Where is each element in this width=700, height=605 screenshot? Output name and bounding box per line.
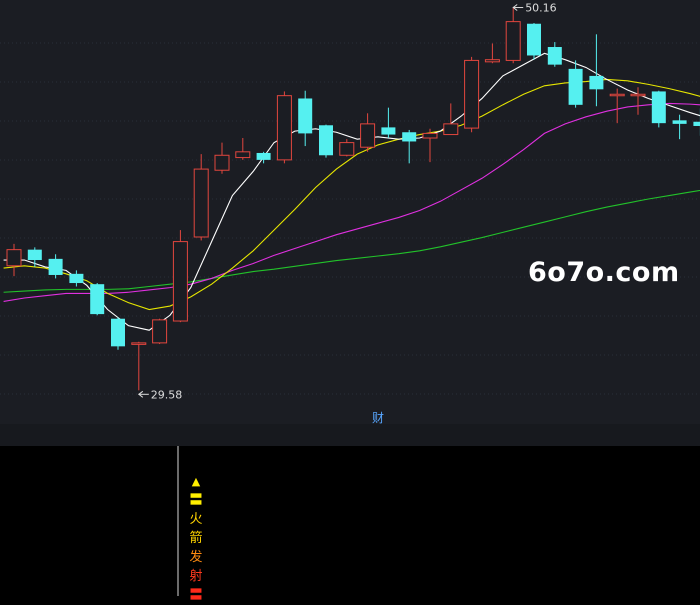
candle-body-up [152, 319, 168, 344]
candle-body-down [298, 98, 313, 134]
candlestick-chart: 50.16 29.58 [0, 2, 700, 401]
watermark-text: 6o7o.com [528, 257, 680, 288]
rocket-launch-signal: ▲ 〓 火 箭 发 射 〓 [186, 472, 206, 605]
candle-body-down [693, 121, 700, 126]
candle-body-down [381, 127, 396, 135]
signal-char-2: 箭 [189, 531, 203, 546]
candle-body-down [527, 23, 541, 56]
candle-body-up [464, 59, 480, 129]
candle-body-down [651, 91, 666, 124]
annotation-label: 50.16 [525, 2, 557, 15]
candle-body-up [235, 151, 251, 159]
signal-char-3: 发 [189, 550, 203, 565]
candle-body-down [48, 258, 63, 275]
candle-body-down [90, 284, 105, 315]
candle-body-up [422, 132, 438, 139]
crosshair-cursor-line [177, 446, 179, 596]
candle-body-up [443, 123, 459, 136]
candle-body-up [6, 249, 22, 267]
finance-event-marker[interactable]: 财 [372, 409, 384, 424]
annotation-label: 29.58 [151, 388, 183, 401]
candle-body-down [672, 120, 687, 124]
candle-body-up [276, 95, 292, 161]
candle-body-up [505, 21, 521, 61]
candle-body-down [547, 47, 562, 65]
panel-divider[interactable] [0, 424, 700, 446]
candle-body-down [319, 125, 333, 156]
candle-body-down [402, 132, 417, 142]
signal-up-triangle-icon: ▲ [191, 475, 201, 488]
candle-body-down [27, 249, 42, 261]
candle-body-up [193, 168, 209, 238]
candle-body-up [609, 93, 625, 97]
candle-body-up [172, 241, 188, 322]
candlestick-chart-panel[interactable]: 50.16 29.58 6o7o.com 财 [0, 0, 700, 424]
candle-body-up [630, 93, 646, 97]
ma5-line [3, 52, 700, 331]
candle-body-up [339, 142, 355, 156]
candle-body-up [360, 123, 376, 148]
candle-body-down [568, 68, 583, 105]
signal-char-4: 射 [189, 569, 203, 584]
signal-char-1: 火 [189, 512, 203, 527]
candle-body-down [69, 273, 84, 284]
candle-body-up [214, 154, 230, 171]
signal-bar-top-icon: 〓 [189, 493, 203, 508]
indicator-panel[interactable] [0, 446, 700, 596]
candle-body-down [589, 75, 604, 90]
candle-body-down [256, 152, 271, 160]
candle-body-up [484, 59, 500, 63]
candle-body-down [111, 318, 125, 347]
candle-body-up [131, 342, 147, 345]
